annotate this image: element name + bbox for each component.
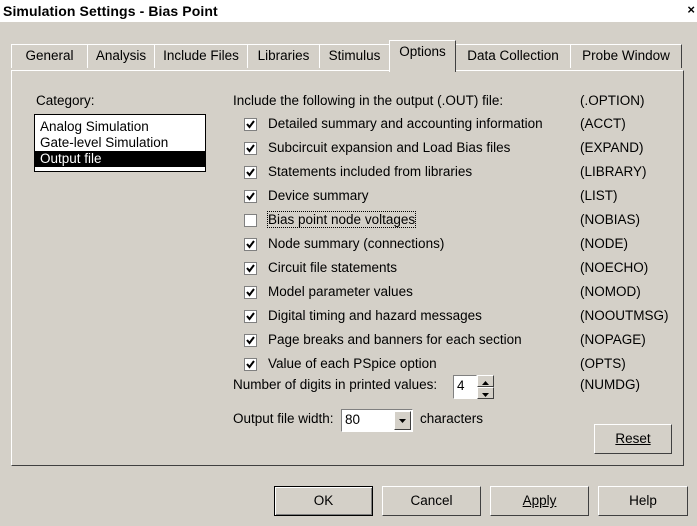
tab-label: Include Files [163,48,239,63]
checkbox[interactable] [244,286,257,299]
option-code: (ACCT) [580,116,626,131]
tab-label: Stimulus [328,48,381,63]
category-item-gate-level-simulation[interactable]: Gate-level Simulation [35,135,205,151]
checkmark-icon [246,360,255,369]
category-item-analog-simulation[interactable]: Analog Simulation [35,119,205,135]
checkbox[interactable] [244,214,257,227]
option-label: Circuit file statements [268,260,398,275]
tab-options[interactable]: Options [389,40,456,72]
simulation-settings-dialog: Simulation Settings - Bias Point × Gener… [0,0,697,526]
width-value: 80 [345,412,361,427]
category-list[interactable]: Analog Simulation Gate-level Simulation … [34,114,206,172]
checkmark-icon [246,312,255,321]
checkmark-icon [246,144,255,153]
tab-label: Probe Window [582,48,670,63]
option-label: Digital timing and hazard messages [268,308,482,323]
cancel-button[interactable]: Cancel [382,486,481,516]
reset-label: Reset [615,431,651,446]
option-code: (NOOUTMSG) [580,308,669,323]
category-item-output-file[interactable]: Output file [35,151,205,167]
option-code: (NOECHO) [580,260,649,275]
cancel-label: Cancel [410,493,453,508]
checkmark-icon [246,240,255,249]
option-code: (LIBRARY) [580,164,647,179]
checkbox[interactable] [244,334,257,347]
option-label: Model parameter values [268,284,413,299]
tab-data-collection[interactable]: Data Collection [455,44,571,68]
tab-label: General [25,48,74,63]
arrow-down-icon [482,393,489,397]
chevron-down-icon [399,419,406,423]
checkbox[interactable] [244,166,257,179]
tab-include-files[interactable]: Include Files [154,44,248,68]
checkbox[interactable] [244,358,257,371]
checkbox[interactable] [244,142,257,155]
checkmark-icon [246,120,255,129]
width-dropdown-button[interactable] [394,411,411,430]
window-title: Simulation Settings - Bias Point [3,3,218,19]
option-label: Device summary [268,188,369,203]
tab-probe-window[interactable]: Probe Window [570,44,682,68]
option-label: Node summary (connections) [268,236,445,251]
checkbox[interactable] [244,190,257,203]
digits-input[interactable]: 4 [453,375,477,399]
tab-analysis[interactable]: Analysis [87,44,155,68]
option-label: Statements included from libraries [268,164,473,179]
apply-button[interactable]: Apply [490,486,589,516]
option-code: (EXPAND) [580,140,644,155]
digits-code: (NUMDG) [580,377,640,392]
option-label: Value of each PSpice option [268,356,437,371]
category-label: Category: [36,93,95,108]
checkmark-icon [246,336,255,345]
checkbox[interactable] [244,310,257,323]
help-button[interactable]: Help [598,486,688,516]
checkmark-icon [246,168,255,177]
width-suffix: characters [420,411,484,426]
tab-label: Libraries [257,48,310,63]
digits-label: Number of digits in printed values: [233,377,438,392]
tab-general[interactable]: General [11,44,88,68]
option-code: (OPTS) [580,356,626,371]
option-code: (NOPAGE) [580,332,646,347]
checkmark-icon [246,192,255,201]
checkmark-icon [246,264,255,273]
option-label: Page breaks and banners for each section [268,332,522,347]
checkmark-icon [246,288,255,297]
checkbox[interactable] [244,238,257,251]
ok-label: OK [313,493,334,508]
title-bar: Simulation Settings - Bias Point × [0,0,697,22]
option-code: (NOMOD) [580,284,641,299]
tab-label: Analysis [95,48,147,63]
output-header: Include the following in the output (.OU… [233,93,504,108]
tab-label: Data Collection [467,48,559,63]
checkbox[interactable] [244,262,257,275]
option-label: Subcircuit expansion and Load Bias files [268,140,511,155]
reset-button[interactable]: Reset [594,424,672,454]
tab-libraries[interactable]: Libraries [247,44,320,68]
close-icon[interactable]: × [687,2,695,17]
option-label: Detailed summary and accounting informat… [268,116,543,131]
help-label: Help [629,493,657,508]
ok-button[interactable]: OK [274,486,373,516]
option-label: Bias point node voltages [266,211,417,228]
spin-down-button[interactable] [477,387,494,399]
tab-stimulus[interactable]: Stimulus [319,44,390,68]
apply-label: Apply [522,493,557,508]
spin-up-button[interactable] [477,375,494,387]
width-label: Output file width: [233,411,334,426]
option-code: (NOBIAS) [580,212,641,227]
option-code: (NODE) [580,236,628,251]
option-code: (LIST) [580,188,618,203]
tab-label: Options [399,44,446,59]
output-header-code: (.OPTION) [580,93,645,108]
checkbox[interactable] [244,118,257,131]
